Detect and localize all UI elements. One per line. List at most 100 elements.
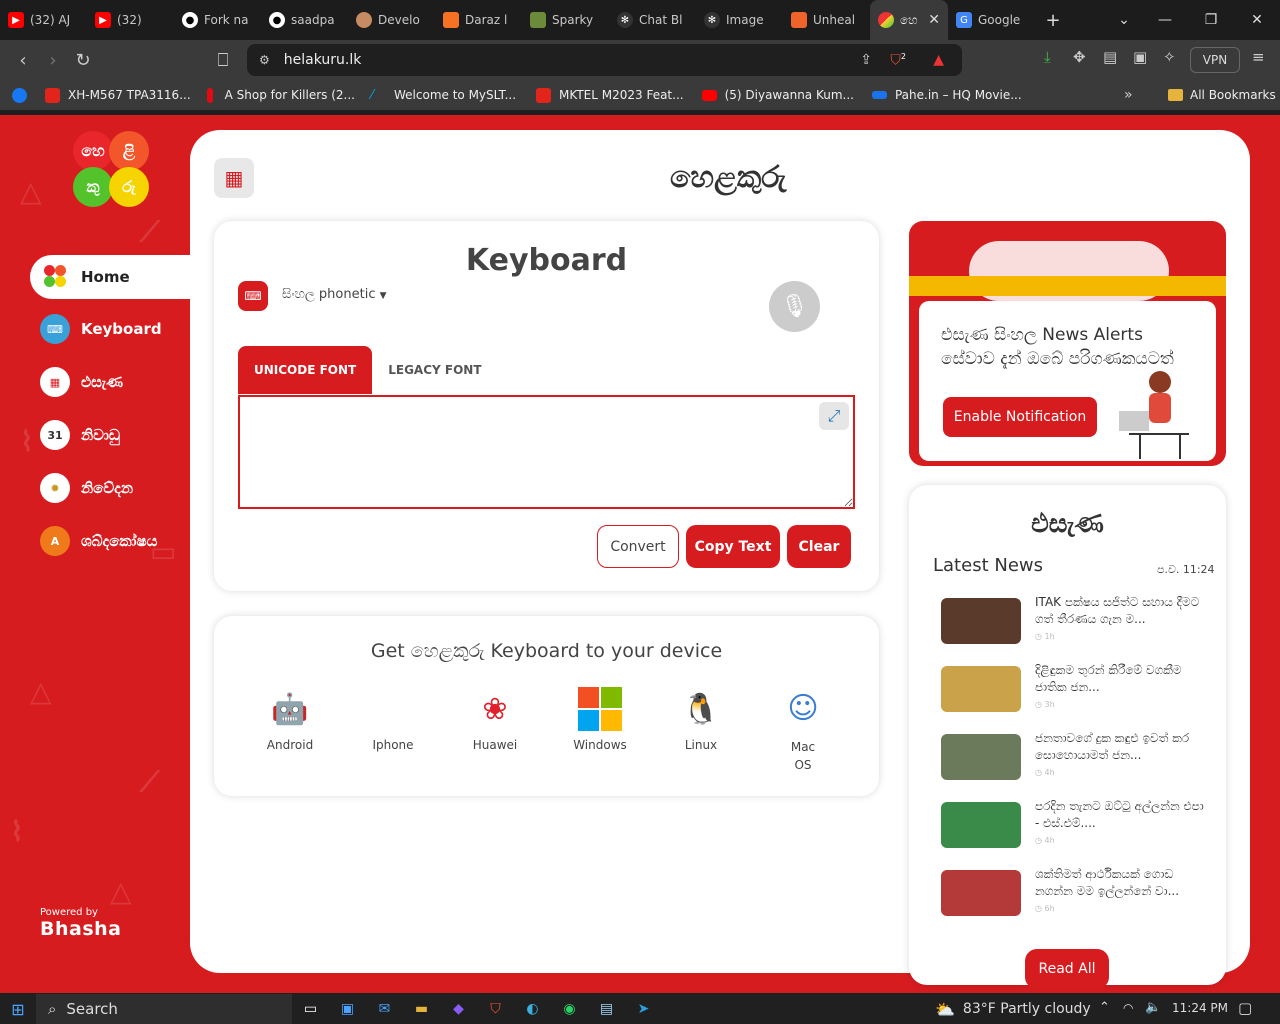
browser-tab[interactable]: ✻ Chat Bl — [609, 0, 696, 40]
bookmark-item[interactable]: A Shop for Killers (2... — [206, 87, 355, 103]
read-all-button[interactable]: Read All — [1025, 949, 1109, 989]
site-info-icon[interactable]: ⚙ — [259, 53, 270, 67]
clock[interactable]: 11:24 PM — [1172, 1001, 1228, 1015]
menu-icon[interactable]: ≡ — [1252, 48, 1265, 66]
maximize-button[interactable]: ❐ — [1188, 0, 1234, 40]
file-explorer-icon[interactable]: ▬ — [403, 1001, 440, 1017]
brave-shield-icon[interactable]: ⛉2 — [890, 52, 906, 69]
whatsapp-icon[interactable]: ◉ — [551, 1001, 588, 1017]
leo-icon[interactable]: ✧ — [1163, 48, 1176, 66]
mail-icon[interactable]: ✉ — [366, 1001, 403, 1017]
copy-text-button[interactable]: Copy Text — [686, 525, 780, 568]
close-tab-icon[interactable]: ✕ — [928, 12, 940, 28]
browser-tab[interactable]: Daraz l — [435, 0, 522, 40]
tab-unicode-font[interactable]: UNICODE FONT — [238, 346, 373, 394]
news-item[interactable]: දිළිඳුකම තුරන් කිරීමේ වගකීම ජාතික ජන... … — [941, 663, 1211, 716]
start-button[interactable]: ⊞ — [0, 1000, 36, 1019]
browser-tab[interactable]: ● saadpa — [261, 0, 348, 40]
keyboard-language-button[interactable]: ⌨ — [238, 281, 268, 311]
browser-tab[interactable]: ✻ Image — [696, 0, 783, 40]
expand-button[interactable]: ⤢ — [819, 402, 849, 430]
platform-android[interactable]: 🤖 Android — [250, 686, 330, 753]
news-item[interactable]: පරදින තැනට ඔට්ටු අල්ලන්න එපා - එස්.එම්..… — [941, 799, 1211, 852]
helakuru-logo[interactable]: හෙ ළි කු රු — [70, 131, 150, 207]
wifi-icon[interactable]: ◠ — [1123, 1001, 1133, 1015]
bookmark-item[interactable]: MKTEL M2023 Feat... — [536, 87, 684, 103]
browser-tab[interactable]: G Google — [948, 0, 1035, 40]
all-bookmarks-folder[interactable]: All Bookmarks — [1168, 88, 1276, 102]
news-thumbnail — [941, 802, 1021, 848]
bookmark-item[interactable]: ⁄ Welcome to MySLT... — [371, 88, 516, 103]
bookmark-icon[interactable]: ⎕ — [208, 50, 238, 71]
extensions-icon[interactable]: ✥ — [1073, 48, 1086, 66]
news-item[interactable]: ජනතාවගේ දුක කඳුළු ඉවත් කර සොහොයාමත් ජන..… — [941, 731, 1211, 784]
convert-button[interactable]: Convert — [597, 525, 679, 568]
minimize-button[interactable]: — — [1142, 0, 1188, 40]
edge-icon[interactable]: ◐ — [514, 1001, 551, 1017]
forward-button[interactable]: › — [38, 50, 68, 71]
close-window-button[interactable]: ✕ — [1234, 0, 1280, 40]
platform-huawei[interactable]: ❀ Huawei — [455, 686, 535, 753]
reload-button[interactable]: ↻ — [68, 50, 98, 71]
keyboard-textarea[interactable] — [238, 395, 855, 509]
browser-tab[interactable]: Unheal — [783, 0, 870, 40]
tab-legacy-font[interactable]: LEGACY FONT — [372, 346, 497, 394]
visual-studio-icon[interactable]: ◆ — [440, 1001, 477, 1017]
sidebar-item-esana[interactable]: ▦ එසැණ — [40, 362, 123, 402]
notepad-icon[interactable]: ▤ — [588, 1001, 625, 1017]
wallet-icon[interactable]: ▣ — [1133, 48, 1147, 66]
apps-grid-button[interactable]: ▦ — [214, 158, 254, 198]
task-view-icon[interactable]: ▭ — [292, 1001, 329, 1017]
platform-linux[interactable]: 🐧 Linux — [661, 686, 741, 753]
browser-tab[interactable]: Sparky — [522, 0, 609, 40]
facebook-bookmark[interactable] — [12, 87, 35, 103]
sidebar-item-dictionary[interactable]: A ශබ්දකෝෂය — [40, 521, 157, 561]
clear-button[interactable]: Clear — [787, 525, 851, 568]
more-bookmarks-icon[interactable]: » — [1124, 87, 1133, 103]
bookmark-item[interactable]: XH-M567 TPA3116... — [45, 87, 191, 103]
bookmark-item[interactable]: (5) Diyawanna Kum... — [701, 88, 854, 102]
url-input[interactable]: ⚙ helakuru.lk ⇪ ⛉2 ▲ — [247, 44, 962, 76]
openai-icon: ✻ — [704, 12, 720, 28]
bookmark-item[interactable]: Pahe.in – HQ Movie... — [871, 88, 1022, 102]
voice-input-button[interactable]: 🎙 — [769, 281, 820, 332]
sidebar-item-home[interactable]: Home — [30, 255, 210, 299]
platform-windows[interactable]: Windows — [560, 686, 640, 752]
enable-notification-button[interactable]: Enable Notification — [943, 397, 1097, 437]
weather-widget[interactable]: ⛅ 83°F Partly cloudy — [935, 994, 1091, 1024]
browser-tab[interactable]: ● Fork na — [174, 0, 261, 40]
platform-iphone[interactable]: Iphone — [353, 686, 433, 752]
news-item[interactable]: ITAK පක්ෂය සජිත්ට සහාය දීමට ගත් තීරණය ගැ… — [941, 595, 1211, 648]
platform-mac[interactable]: ☺ Mac OS — [763, 686, 843, 774]
brave-rewards-icon[interactable]: ▲ — [933, 52, 944, 68]
news-headline: දිළිඳුකම තුරන් කිරීමේ වගකීම ජාතික ජන... — [1035, 663, 1182, 694]
powered-by[interactable]: Powered by Bhasha — [40, 907, 122, 940]
new-tab-button[interactable]: + — [1035, 10, 1071, 31]
notification-icon[interactable]: ▢ — [1238, 999, 1252, 1017]
browser-tab[interactable]: ▶ (32) AJ — [0, 0, 87, 40]
news-item[interactable]: ශක්තිමත් ආර්ථිකයක් ගොඩ නගන්න මම ඉල්ලන්නේ… — [941, 867, 1211, 920]
browser-tab[interactable]: Develo — [348, 0, 435, 40]
vpn-button[interactable]: VPN — [1190, 47, 1240, 73]
store-icon[interactable]: ▣ — [329, 1001, 366, 1017]
latest-news-card: එසැණ Latest News ප.ව. 11:24 ITAK පක්ෂය ස… — [909, 485, 1226, 989]
volume-icon[interactable]: 🔈 — [1145, 1000, 1161, 1015]
daraz-icon — [443, 12, 459, 28]
browser-tab-active[interactable]: හෙ ✕ — [870, 0, 948, 40]
download-icon[interactable]: ⤓ — [1044, 48, 1051, 66]
language-dropdown[interactable]: සිංහල phonetic ▼ — [282, 287, 387, 302]
sidebar-item-keyboard[interactable]: ⌨ Keyboard — [40, 309, 162, 349]
tab-search-button[interactable]: ⌄ — [1101, 0, 1147, 40]
telegram-icon[interactable]: ➤ — [625, 1001, 662, 1017]
sidebar-icon[interactable]: ▤ — [1103, 48, 1117, 66]
back-button[interactable]: ‹ — [8, 50, 38, 71]
taskbar-search[interactable]: ⌕ Search — [36, 994, 292, 1024]
share-icon[interactable]: ⇪ — [860, 52, 872, 68]
brave-icon[interactable]: ⛉ — [477, 1001, 514, 1017]
sidebar-item-notices[interactable]: ✹ නිවේදන — [40, 468, 133, 508]
browser-tab[interactable]: ▶ (32) — [87, 0, 174, 40]
logo-letter: ළි — [109, 131, 149, 171]
sidebar-item-holidays[interactable]: 31 නිවාඩු — [40, 415, 120, 455]
partly-cloudy-icon: ⛅ — [935, 999, 955, 1019]
show-hidden-icons[interactable]: ⌃ — [1099, 1000, 1110, 1015]
